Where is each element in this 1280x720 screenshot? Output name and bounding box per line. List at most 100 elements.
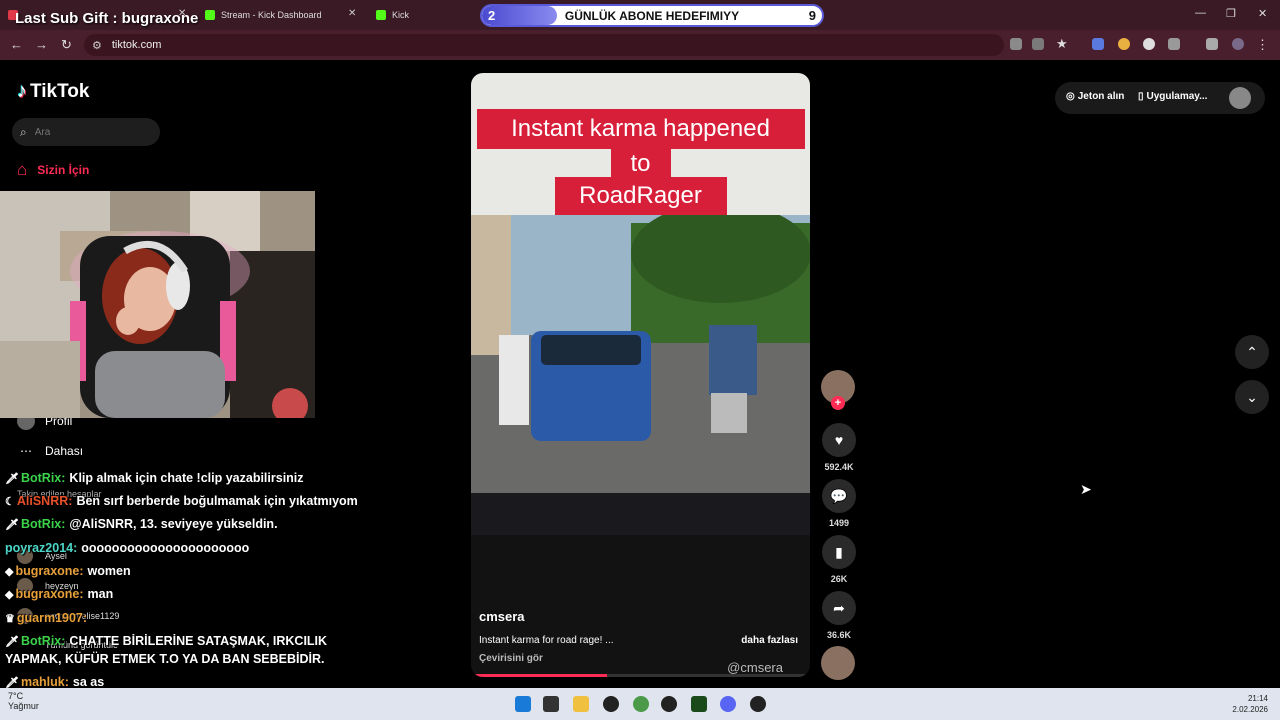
tab-kick-dashboard[interactable]: Stream - Kick Dashboard xyxy=(205,4,355,26)
app-icon[interactable] xyxy=(750,696,766,712)
chat-message: YAPMAK, KÜFÜR ETMEK T.O YA DA BAN SEBEBİ… xyxy=(5,650,324,668)
chat-text: @AliSNRR, 13. seviyeye yükseldin. xyxy=(69,517,278,531)
site-info-icon[interactable]: ⚙ xyxy=(92,39,102,52)
extension-icon[interactable] xyxy=(1118,38,1130,50)
more-link[interactable]: daha fazlası xyxy=(741,635,798,646)
chat-text: YAPMAK, KÜFÜR ETMEK T.O YA DA BAN SEBEBİ… xyxy=(5,652,325,666)
comment-count: 1499 xyxy=(828,518,850,528)
system-clock[interactable]: 21:14 2.02.2026 xyxy=(1232,693,1268,715)
close-tab-icon[interactable]: ✕ xyxy=(348,8,356,19)
translate-link[interactable]: Çevirisini gör xyxy=(479,653,543,664)
clock-date: 2.02.2026 xyxy=(1232,705,1268,714)
close-window-icon[interactable]: ✕ xyxy=(1258,7,1267,20)
share-button[interactable]: ➦ xyxy=(822,591,856,625)
more-dots-icon: ⋯ xyxy=(20,444,32,458)
goal-target: 9 xyxy=(808,8,816,23)
chat-username: BotRix: xyxy=(20,517,66,531)
bookmark-star-icon[interactable]: ★ xyxy=(1056,36,1068,52)
weather-widget[interactable]: 7°C Yağmur xyxy=(8,691,39,711)
video-description: Instant karma for road rage! ... xyxy=(479,635,614,646)
user-avatar[interactable] xyxy=(1229,87,1251,109)
nav-more[interactable]: ⋯ Dahası xyxy=(17,444,83,458)
get-coins-button[interactable]: ◎ Jeton alın xyxy=(1066,91,1124,102)
sub-badge-icon: ◆ xyxy=(5,589,14,601)
next-video-button[interactable]: ⌄ xyxy=(1235,380,1269,414)
task-view-icon[interactable] xyxy=(543,696,559,712)
chat-message: ◆ bugraxone: man xyxy=(5,585,113,604)
maximize-icon[interactable]: ❐ xyxy=(1226,7,1236,20)
chat-message: ♛ guarm1907: xyxy=(5,609,91,628)
crown-badge-icon: ♛ xyxy=(5,613,15,625)
nav-for-you[interactable]: ⌂ Sizin İçin xyxy=(17,160,89,180)
kick-favicon xyxy=(376,10,386,20)
logo-text: TikTok xyxy=(30,80,90,102)
reading-list-icon[interactable] xyxy=(1206,38,1218,50)
app-icon[interactable] xyxy=(661,696,677,712)
get-app-button[interactable]: ▯ Uygulamay... xyxy=(1138,91,1207,102)
caption-line: RoadRager xyxy=(554,177,727,215)
coins-label: Jeton alın xyxy=(1077,91,1125,102)
taskbar: 7°C Yağmur 21:14 2.02.2026 xyxy=(0,688,1280,720)
chrome-icon[interactable] xyxy=(633,696,649,712)
chat-username: poyraz2014: xyxy=(5,541,78,555)
sub-badge-icon: ☾ xyxy=(5,496,15,508)
nav-label: Sizin İçin xyxy=(37,163,90,177)
extension-icon[interactable] xyxy=(1092,38,1104,50)
chat-username: bugraxone: xyxy=(15,564,84,578)
tab-kick[interactable]: Kick xyxy=(376,4,476,26)
minimize-icon[interactable]: — xyxy=(1195,7,1206,19)
tiktok-logo[interactable]: ♪ TikTok xyxy=(17,80,89,103)
search-input[interactable] xyxy=(34,126,145,138)
chat-text: man xyxy=(87,587,114,601)
extension-icon[interactable] xyxy=(1143,38,1155,50)
last-sub-gift: Last Sub Gift : bugraxone xyxy=(15,10,199,27)
share-count: 36.6K xyxy=(826,630,852,640)
chevron-down-icon: ⌄ xyxy=(1246,388,1258,405)
cast-icon[interactable] xyxy=(1032,38,1044,50)
translate-icon[interactable] xyxy=(1010,38,1022,50)
reload-icon[interactable]: ↻ xyxy=(61,37,72,53)
menu-icon[interactable]: ⋮ xyxy=(1256,37,1269,53)
coin-icon: ◎ xyxy=(1066,91,1075,102)
nav-label: Dahası xyxy=(45,444,84,458)
music-disc[interactable] xyxy=(821,646,855,680)
search-box[interactable]: ⌕ xyxy=(12,118,160,146)
browser-toolbar: ← → ↻ ⚙ tiktok.com ★ ⋮ xyxy=(0,30,1280,60)
back-icon[interactable]: ← xyxy=(10,37,23,52)
kick-favicon xyxy=(205,10,215,20)
comment-button[interactable]: 💬 xyxy=(822,479,856,513)
chat-username: BotRix: xyxy=(20,634,66,648)
previous-video-button[interactable]: ⌃ xyxy=(1235,335,1269,369)
forward-icon[interactable]: → xyxy=(35,37,48,52)
mod-badge-icon: 🗡 xyxy=(5,519,19,531)
extensions-puzzle-icon[interactable] xyxy=(1168,38,1180,50)
save-button[interactable]: ▮ xyxy=(822,535,856,569)
address-bar[interactable]: ⚙ tiktok.com xyxy=(84,34,1004,56)
video-player[interactable]: Instant karma happened to RoadRager cmse… xyxy=(471,73,810,677)
kick-app-icon[interactable] xyxy=(691,696,707,712)
chat-text: CHATTE BİRİLERİNE SATAŞMAK, IRKCILIK xyxy=(69,634,328,648)
video-author[interactable]: cmsera xyxy=(479,609,525,624)
follow-plus-icon[interactable]: + xyxy=(831,396,845,410)
profile-icon[interactable] xyxy=(1232,38,1244,50)
video-progress-bar[interactable] xyxy=(471,674,810,677)
webcam-feed xyxy=(0,191,315,418)
obs-icon[interactable] xyxy=(603,696,619,712)
chat-message: ◆ bugraxone: women xyxy=(5,562,131,581)
sub-goal-bar: 2 GÜNLÜK ABONE HEDEFIMIYY 9 xyxy=(480,4,824,27)
chat-message: poyraz2014: oooooooooooooooooooooo xyxy=(5,539,249,557)
home-icon: ⌂ xyxy=(17,160,28,179)
caption-line: Instant karma happened xyxy=(476,109,805,149)
like-button[interactable]: ♥ xyxy=(822,423,856,457)
discord-icon[interactable] xyxy=(720,696,736,712)
file-explorer-icon[interactable] xyxy=(573,696,589,712)
mod-badge-icon: 🗡 xyxy=(5,636,19,648)
chat-message: 🗡 BotRix: Klip almak için chate !clip yaza… xyxy=(5,469,304,488)
start-icon[interactable] xyxy=(515,696,531,712)
weather-condition: Yağmur xyxy=(8,701,39,711)
chat-username: BotRix: xyxy=(20,471,66,485)
url-text: tiktok.com xyxy=(111,39,162,51)
chat-text: Ben sırf berberde boğulmamak için yıkatm… xyxy=(76,494,358,508)
mouse-cursor-icon: ➤ xyxy=(1080,481,1092,497)
chat-username: guarm1907: xyxy=(16,611,88,625)
